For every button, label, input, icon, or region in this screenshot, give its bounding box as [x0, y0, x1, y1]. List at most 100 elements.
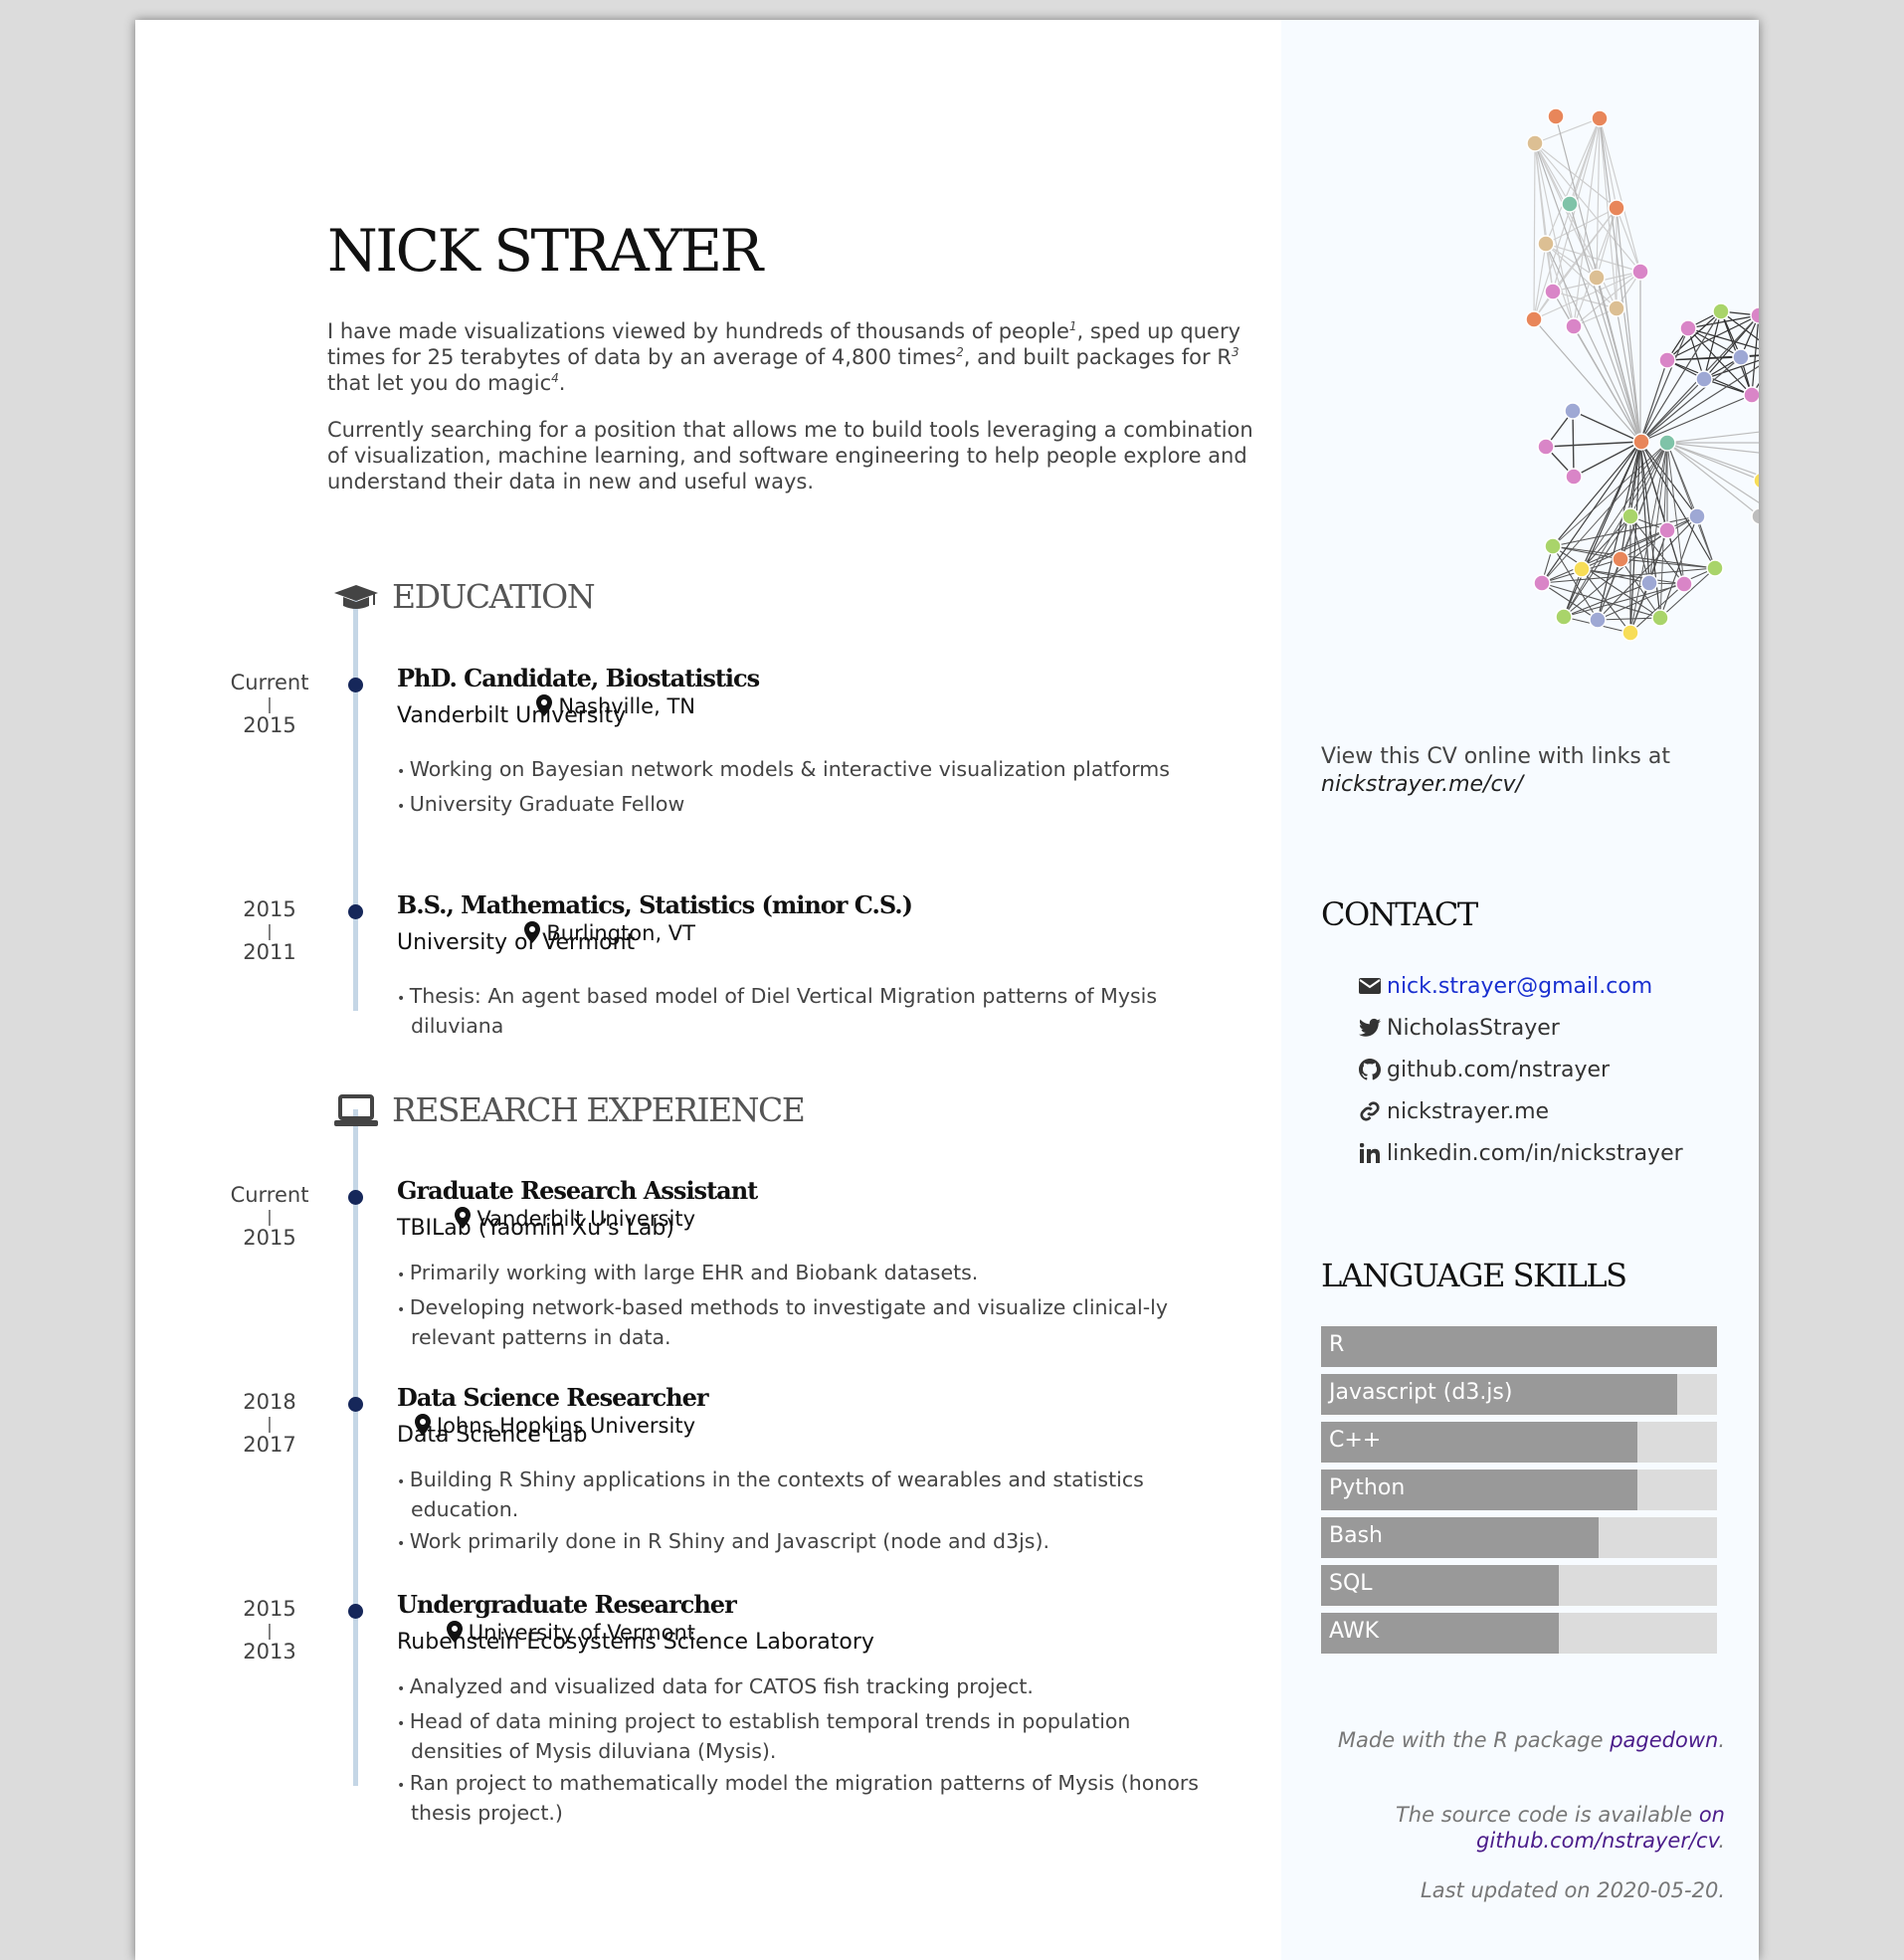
timeline-dot: [348, 1604, 363, 1619]
contact-text: nickstrayer.me: [1387, 1098, 1550, 1124]
network-node: [1621, 624, 1639, 642]
network-node: [1537, 438, 1555, 456]
date-end: Current: [230, 1183, 309, 1207]
network-node: [1589, 611, 1607, 629]
entry-location: University of Vermont: [446, 1621, 695, 1645]
date-range: 2015 | 2011: [215, 896, 324, 966]
contact-text: linkedin.com/in/nickstrayer: [1387, 1140, 1683, 1166]
bullet-item: Analyzed and visualized data for CATOS f…: [397, 1673, 1228, 1703]
date-range: 2018 | 2017: [215, 1389, 324, 1459]
bullet-item: Working on Bayesian network models & int…: [397, 756, 1228, 786]
network-node: [1555, 608, 1573, 626]
linkedin-icon: [1357, 1140, 1383, 1166]
bullet-item: Building R Shiny applications in the con…: [397, 1467, 1228, 1523]
view-online-text: View this CV online with links at: [1321, 744, 1670, 769]
network-node: [1544, 283, 1562, 300]
network-node: [1547, 107, 1565, 125]
date-start: 2011: [243, 940, 296, 964]
email-link[interactable]: nick.strayer@gmail.com: [1387, 974, 1652, 999]
entry-title: Undergraduate Researcher: [397, 1590, 737, 1619]
page-title: NICK STRAYER: [327, 217, 763, 285]
research-timeline: [353, 1109, 358, 1786]
timeline-dot: [348, 904, 363, 919]
network-node: [1565, 317, 1583, 335]
contact-item: nick.strayer@gmail.com: [1357, 965, 1683, 1007]
cv-url-link[interactable]: nickstrayer.me/cv/: [1321, 772, 1523, 797]
skill-bar: SQL: [1321, 1565, 1717, 1606]
entry-location: Nashville, TN: [536, 694, 695, 718]
contact-title: CONTACT: [1321, 895, 1478, 933]
laptop-icon: [332, 1088, 380, 1136]
network-node: [1753, 472, 1759, 490]
date-sep: |: [267, 694, 273, 713]
last-updated: Last updated on 2020-05-20.: [1421, 1878, 1725, 1902]
date-end: Current: [230, 671, 309, 694]
network-node: [1712, 302, 1730, 320]
made-with-note: Made with the R package pagedown.: [1337, 1728, 1725, 1752]
network-node: [1640, 574, 1658, 592]
date-end: 2018: [243, 1390, 296, 1414]
date-start: 2015: [243, 713, 296, 737]
contact-item: linkedin.com/in/nickstrayer: [1357, 1132, 1683, 1174]
entry-title: PhD. Candidate, Biostatistics: [397, 664, 760, 692]
skill-name: SQL: [1329, 1571, 1373, 1596]
made-with-text: Made with the R package: [1337, 1728, 1604, 1752]
pagedown-link[interactable]: pagedown: [1610, 1728, 1718, 1752]
bullet-item: Developing network-based methods to inve…: [397, 1294, 1228, 1351]
network-node: [1564, 402, 1582, 420]
network-node: [1612, 550, 1629, 568]
skill-bar: Python: [1321, 1470, 1717, 1510]
view-online-note: View this CV online with links at nickst…: [1321, 743, 1739, 799]
map-marker-icon: [414, 1414, 437, 1438]
contact-item: github.com/nstrayer: [1357, 1049, 1683, 1090]
network-node: [1732, 348, 1750, 366]
location-text: University of Vermont: [468, 1621, 695, 1645]
date-sep: |: [267, 1414, 273, 1433]
network-node: [1608, 299, 1625, 317]
bullet-item: Primarily working with large EHR and Bio…: [397, 1260, 1228, 1289]
date-start: 2013: [243, 1640, 296, 1664]
network-node: [1695, 370, 1713, 388]
skill-bar: C++: [1321, 1422, 1717, 1463]
network-node: [1658, 521, 1676, 539]
contact-list: nick.strayer@gmail.com NicholasStrayer git…: [1357, 965, 1683, 1174]
intro-paragraph: I have made visualizations viewed by hun…: [327, 319, 1241, 395]
education-timeline: [353, 597, 358, 1011]
entry-bullets: Working on Bayesian network models & int…: [397, 756, 1228, 826]
entry-location: Burlington, VT: [524, 921, 695, 945]
envelope-icon: [1357, 973, 1383, 999]
bullet-item: Work primarily done in R Shiny and Javas…: [397, 1528, 1228, 1558]
contact-text: NicholasStrayer: [1387, 1015, 1560, 1041]
network-node: [1651, 609, 1669, 627]
twitter-icon: [1357, 1015, 1383, 1041]
skill-bar: Javascript (d3.js): [1321, 1374, 1717, 1415]
network-node: [1565, 468, 1583, 486]
skill-name: R: [1329, 1332, 1345, 1357]
network-node: [1706, 559, 1724, 577]
map-marker-icon: [455, 1207, 476, 1231]
cv-page: NICK STRAYER I have made visualizations …: [135, 20, 1759, 1960]
skill-bar: Bash: [1321, 1517, 1717, 1558]
entry-title: Graduate Research Assistant: [397, 1176, 758, 1205]
entry-title: Data Science Researcher: [397, 1383, 709, 1412]
github-icon: [1357, 1057, 1383, 1082]
contact-text: github.com/nstrayer: [1387, 1057, 1611, 1082]
entry-title: B.S., Mathematics, Statistics (minor C.S…: [397, 890, 913, 919]
network-node: [1750, 306, 1759, 324]
skill-name: C++: [1329, 1428, 1382, 1453]
source-note: The source code is available on github.c…: [1395, 1803, 1725, 1853]
date-end: 2015: [243, 897, 296, 921]
timeline-entry: 2015 | 2013 Undergraduate Researcher Rubenst…: [135, 1590, 1230, 1825]
skill-name: Python: [1329, 1475, 1406, 1500]
network-node: [1631, 263, 1649, 281]
skill-name: Bash: [1329, 1523, 1383, 1548]
map-marker-icon: [536, 694, 558, 718]
date-end: 2015: [243, 1597, 296, 1621]
network-node: [1525, 310, 1543, 328]
entry-bullets: Building R Shiny applications in the con…: [397, 1467, 1228, 1563]
skills-title: LANGUAGE SKILLS: [1321, 1257, 1627, 1294]
timeline-entry: 2015 | 2011 B.S., Mathematics, Statistics (…: [135, 890, 1230, 1038]
network-node: [1743, 386, 1759, 404]
network-node: [1573, 560, 1591, 578]
skill-level-fill: [1321, 1326, 1717, 1367]
